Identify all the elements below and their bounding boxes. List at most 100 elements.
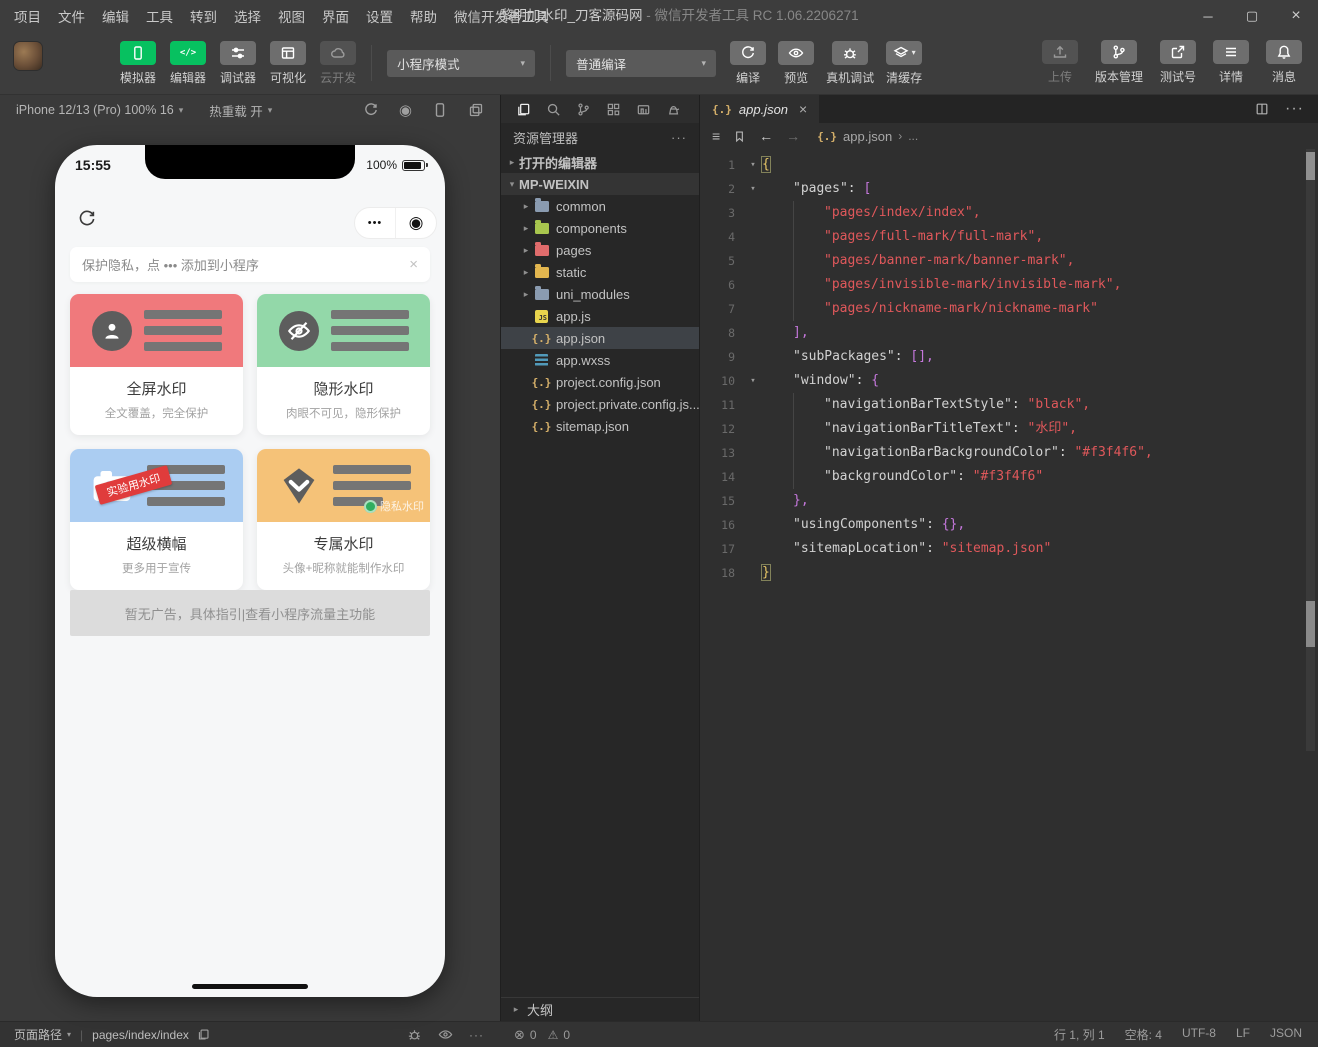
status-item[interactable]: 行 1, 列 1 [1054,1026,1105,1043]
line-number: 6 [728,278,735,292]
more-icon[interactable]: ··· [671,130,687,145]
minimize-button[interactable]: ─ [1186,0,1230,32]
close-button[interactable]: × [1274,0,1318,32]
watermark-card-超级横幅[interactable]: 实验用水印 超级横幅 更多用于宣传 [70,449,243,590]
outline-section[interactable]: ▸ 大纲 [501,997,699,1021]
status-item[interactable]: LF [1236,1026,1250,1043]
bookmark-icon[interactable] [733,130,746,143]
page-path-label[interactable]: 页面路径 [14,1026,62,1043]
menu-工具[interactable]: 工具 [146,6,173,26]
files-icon[interactable] [516,102,531,117]
multi-window-icon[interactable] [468,102,484,118]
action-编译[interactable]: 编译 [730,40,767,86]
watermark-card-隐形水印[interactable]: 隐形水印 肉眼不可见，隐形保护 [257,294,430,435]
maximize-button[interactable]: ▢ [1230,0,1274,32]
menu-编辑[interactable]: 编辑 [102,6,129,26]
menu-转到[interactable]: 转到 [190,6,217,26]
action-清缓存[interactable]: ▾ 清缓存 [886,40,922,86]
teapot-icon[interactable] [666,102,681,117]
code-editor[interactable]: 1 ▾{2 ▾ "pages": [3 "pages/index/index", 4 "pa… [700,149,1318,1021]
copy-icon[interactable] [197,1028,210,1041]
menu-项目[interactable]: 项目 [14,6,41,26]
tree-item-common[interactable]: ▸ common [501,195,699,217]
menu-选择[interactable]: 选择 [234,6,261,26]
avatar[interactable] [14,42,42,70]
scrollbar-thumb[interactable] [1306,152,1315,180]
mode-select[interactable]: 小程序模式 ▾ [387,49,536,77]
npm-icon[interactable] [636,102,651,117]
more-icon[interactable]: ··· [1285,100,1304,118]
status-item[interactable]: UTF-8 [1182,1026,1216,1043]
tree-section-MP-WEIXIN[interactable]: ▾ MP-WEIXIN [501,173,699,195]
json-file-icon: {.} [531,419,552,433]
folder-icon [533,242,550,256]
tree-item-app.wxss[interactable]: app.wxss [501,349,699,371]
exit-button[interactable]: ◉ [396,208,436,238]
eye-icon[interactable] [438,1027,453,1042]
tab-app-json[interactable]: {.} app.json × [700,95,820,123]
back-icon[interactable]: ← [759,128,773,144]
tree-item-uni_modules[interactable]: ▸ uni_modules [501,283,699,305]
action-版本管理[interactable]: 版本管理 [1095,40,1143,85]
panel-toggle-云开发[interactable]: 云开发 [320,40,356,86]
action-上传[interactable]: 上传 [1041,40,1078,85]
breadcrumb[interactable]: {.} app.json › ... [817,129,918,144]
tree-item-app.js[interactable]: JS app.js [501,305,699,327]
tree-item-static[interactable]: ▸ static [501,261,699,283]
tree-section-打开的编辑器[interactable]: ▸ 打开的编辑器 [501,151,699,173]
more-menu-button[interactable]: ••• [355,208,396,238]
menu-帮助[interactable]: 帮助 [410,6,437,26]
phone-frame-icon[interactable] [432,102,448,118]
outline-list-icon[interactable]: ≡ [712,128,720,144]
reload-icon[interactable] [77,209,97,229]
watermark-card-专属水印[interactable]: 隐私水印 专属水印 头像+昵称就能制作水印 [257,449,430,590]
tree-item-sitemap.json[interactable]: {.} sitemap.json [501,415,699,437]
watermark-card-全屏水印[interactable]: 全屏水印 全文覆盖，完全保护 [70,294,243,435]
fold-icon[interactable]: ▾ [744,177,762,201]
split-editor-icon[interactable] [1255,102,1269,116]
panel-toggle-编辑器[interactable]: </> 编辑器 [170,40,206,86]
action-消息[interactable]: 消息 [1266,40,1302,85]
close-tab-icon[interactable]: × [799,101,807,117]
fold-icon[interactable]: ▾ [744,369,762,393]
search-icon[interactable] [546,102,561,117]
menu-视图[interactable]: 视图 [278,6,305,26]
vconsole-icon[interactable] [407,1027,422,1042]
menu-设置[interactable]: 设置 [366,6,393,26]
simulator-footer-icons: ··· [407,1027,500,1042]
close-icon[interactable]: × [409,256,418,273]
phone-icon [120,40,156,65]
capsule-menu: ••• ◉ [354,207,437,239]
action-测试号[interactable]: 测试号 [1159,40,1196,85]
menu-文件[interactable]: 文件 [58,6,85,26]
panel-toggle-调试器[interactable]: 调试器 [220,40,256,86]
tree-item-components[interactable]: ▸ components [501,217,699,239]
problems-indicator[interactable]: ⊗ 0 ⚠ 0 [500,1027,700,1043]
editor-scrollbar[interactable] [1306,149,1315,751]
more-icon[interactable]: ··· [469,1028,484,1042]
rotate-icon[interactable] [363,102,379,118]
menu-界面[interactable]: 界面 [322,6,349,26]
panel-toggle-可视化[interactable]: 可视化 [270,40,306,86]
editor-panel: {.} app.json × ··· ≡ ← → {.} app.json › [700,95,1318,1021]
forward-icon[interactable]: → [786,128,800,144]
git-icon[interactable] [576,102,591,117]
action-真机调试[interactable]: 真机调试 [826,40,874,86]
compile-select[interactable]: 普通编译 ▾ [566,49,717,77]
panel-toggle-模拟器[interactable]: 模拟器 [120,40,156,86]
hot-reload-select[interactable]: 热重载 开 ▾ [209,101,272,120]
device-select[interactable]: iPhone 12/13 (Pro) 100% 16 ▾ [16,103,183,117]
status-item[interactable]: 空格: 4 [1125,1026,1162,1043]
code-line-3: 3 "pages/index/index", [700,201,1318,225]
status-item[interactable]: JSON [1270,1026,1302,1043]
tree-item-app.json[interactable]: {.} app.json [501,327,699,349]
page-path-value[interactable]: pages/index/index [92,1028,189,1042]
action-预览[interactable]: 预览 [778,40,815,86]
fold-icon[interactable]: ▾ [744,153,762,177]
tree-item-pages[interactable]: ▸ pages [501,239,699,261]
extensions-icon[interactable] [606,102,621,117]
action-详情[interactable]: 详情 [1213,40,1249,85]
tree-item-project.private.config.js...[interactable]: {.} project.private.config.js... [501,393,699,415]
record-icon[interactable]: ◉ [399,101,412,119]
tree-item-project.config.json[interactable]: {.} project.config.json [501,371,699,393]
